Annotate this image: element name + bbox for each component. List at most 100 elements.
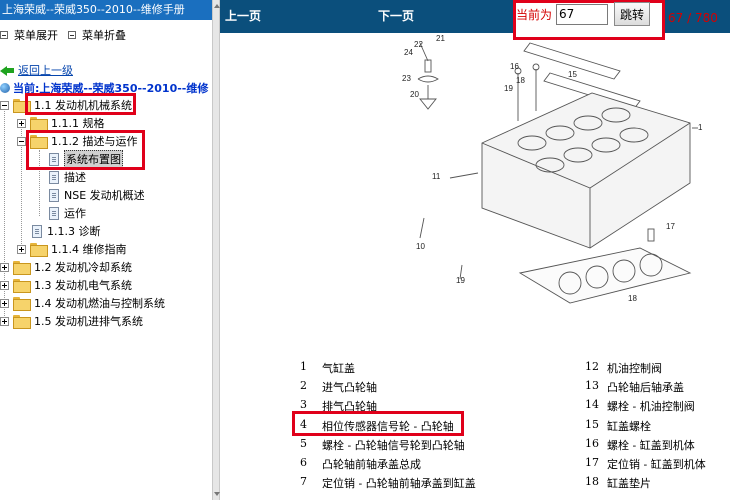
expand-toggle-icon[interactable] [0, 280, 9, 290]
legend-number: 17 [585, 456, 599, 469]
folder-open-icon [30, 135, 48, 149]
document-icon [49, 152, 59, 166]
expand-toggle-icon[interactable] [0, 316, 9, 326]
legend-text: 缸盖垫片 [607, 477, 651, 490]
callout: 18 [516, 76, 525, 85]
callout: 16 [510, 62, 519, 71]
tree-item-label: 1.3 发动机电气系统 [34, 279, 132, 292]
callout: 1 [698, 123, 703, 132]
legend-number: 7 [300, 475, 307, 488]
legend-item: 18 缸盖垫片 [585, 475, 651, 491]
tree-item-engine-mechanical[interactable]: 1.1 发动机机械系统 [0, 96, 132, 114]
tree-item-specs[interactable]: 1.1.1 规格 [17, 114, 105, 132]
legend-text: 排气凸轮轴 [322, 400, 377, 413]
tree-item-intake-exhaust[interactable]: 1.5 发动机进排气系统 [0, 312, 143, 330]
legend-text: 定位销 - 凸轮轴前轴承盖到缸盖 [322, 477, 476, 490]
folder-icon [13, 279, 31, 293]
tree-item-label: 1.4 发动机燃油与控制系统 [34, 297, 165, 310]
tree-item-description-operation[interactable]: 1.1.2 描述与运作 [17, 132, 138, 150]
next-page-button[interactable]: 下一页 [378, 7, 414, 24]
legend-text: 机油控制阀 [607, 362, 662, 375]
collapse-icon [68, 31, 76, 39]
back-link-label: 返回上一级 [18, 64, 73, 77]
legend-item: 14 螺栓 - 机油控制阀 [585, 398, 695, 414]
leader-line [419, 217, 425, 239]
callout: 24 [404, 48, 413, 57]
legend-number: 18 [585, 475, 599, 488]
callout: 18 [628, 294, 637, 303]
tree-item-label: 系统布置图 [64, 150, 123, 168]
tree-item-label: 1.1 发动机机械系统 [34, 99, 132, 112]
document-icon [32, 224, 42, 238]
scroll-up-arrow-icon[interactable] [213, 0, 220, 12]
legend-number: 12 [585, 360, 599, 373]
page-number-input[interactable] [556, 3, 609, 25]
tree-item-system-layout[interactable]: 系统布置图 [49, 150, 123, 168]
tree-item-description[interactable]: 描述 [49, 168, 86, 186]
tree-item-fuel-control[interactable]: 1.4 发动机燃油与控制系统 [0, 294, 165, 312]
scroll-down-arrow-icon[interactable] [213, 488, 220, 500]
navigation-panel: 上海荣威--荣威350--2010--维修手册 菜单展开 菜单折叠 返回上一级 … [0, 0, 212, 500]
dowel-pin-part [647, 228, 655, 242]
menu-expand-button[interactable]: 菜单展开 [0, 27, 58, 43]
tree-item-label: 1.2 发动机冷却系统 [34, 261, 132, 274]
legend-text: 进气凸轮轴 [322, 381, 377, 394]
tree-item-cooling[interactable]: 1.2 发动机冷却系统 [0, 258, 132, 276]
panel-splitter[interactable] [212, 0, 220, 500]
legend-number: 15 [585, 418, 599, 431]
prev-page-button[interactable]: 上一页 [225, 7, 261, 24]
legend-text: 气缸盖 [322, 362, 355, 375]
tree-item-electrical[interactable]: 1.3 发动机电气系统 [0, 276, 132, 294]
valve-head-part [419, 98, 437, 110]
tree-item-label: 1.5 发动机进排气系统 [34, 315, 143, 328]
callout: 10 [416, 242, 425, 251]
tree-item-label: NSE 发动机概述 [64, 189, 145, 202]
legend-item: 3 排气凸轮轴 [300, 398, 377, 414]
legend-item: 17 定位销 - 缸盖到机体 [585, 456, 706, 472]
menu-collapse-button[interactable]: 菜单折叠 [68, 27, 126, 43]
tree-item-diagnosis[interactable]: 1.1.3 诊断 [32, 222, 101, 240]
back-link[interactable]: 返回上一级 [0, 62, 73, 78]
expand-toggle-icon[interactable] [0, 262, 9, 272]
folder-icon [13, 297, 31, 311]
legend-text: 螺栓 - 凸轮轴信号轮到凸轮轴 [322, 439, 465, 452]
expand-icon [0, 31, 8, 39]
expand-toggle-icon[interactable] [17, 118, 26, 128]
legend-text: 相位传感器信号轮 - 凸轮轴 [322, 420, 454, 433]
leader-line [449, 172, 479, 179]
collapse-toggle-icon[interactable] [0, 100, 9, 110]
valve-spring-part [424, 59, 432, 73]
callout: 17 [666, 222, 675, 231]
page-jump-controls: 当前为 跳转 [516, 2, 651, 26]
expand-toggle-icon[interactable] [0, 298, 9, 308]
callout: 19 [504, 84, 513, 93]
tree-item-label: 1.1.1 规格 [51, 117, 105, 130]
legend-item: 16 螺栓 - 缸盖到机体 [585, 437, 695, 453]
tree-item-label: 1.1.4 维修指南 [51, 243, 127, 256]
legend-item: 2 进气凸轮轴 [300, 379, 377, 395]
legend-text: 定位销 - 缸盖到机体 [607, 458, 706, 471]
app-window: 上海荣威--荣威350--2010--维修手册 菜单展开 菜单折叠 返回上一级 … [0, 0, 730, 500]
expand-toggle-icon[interactable] [17, 244, 26, 254]
jump-button[interactable]: 跳转 [614, 2, 651, 26]
legend-number: 5 [300, 437, 307, 450]
collapse-toggle-icon[interactable] [17, 136, 26, 146]
legend-number: 3 [300, 398, 307, 411]
tree-item-nse-overview[interactable]: NSE 发动机概述 [49, 186, 145, 204]
tree-item-label: 1.1.2 描述与运作 [51, 135, 138, 148]
legend-number: 13 [585, 379, 599, 392]
callout: 20 [410, 90, 419, 99]
callout: 22 [414, 40, 423, 49]
menu-expand-label: 菜单展开 [14, 29, 58, 42]
cylinder-head-exploded-diagram: 21 24 22 23 20 16 18 15 19 1 11 10 19 17… [402, 34, 703, 304]
globe-icon [0, 83, 10, 93]
legend-item: 13 凸轮轴后轴承盖 [585, 379, 684, 395]
callout: 21 [436, 34, 445, 43]
tree-item-label: 描述 [64, 171, 86, 184]
legend-number: 4 [300, 418, 307, 431]
legend-item: 4 相位传感器信号轮 - 凸轮轴 [300, 418, 454, 434]
document-icon [49, 170, 59, 184]
tree-item-operation[interactable]: 运作 [49, 204, 86, 222]
legend-number: 16 [585, 437, 599, 450]
tree-item-repair-guide[interactable]: 1.1.4 维修指南 [17, 240, 127, 258]
